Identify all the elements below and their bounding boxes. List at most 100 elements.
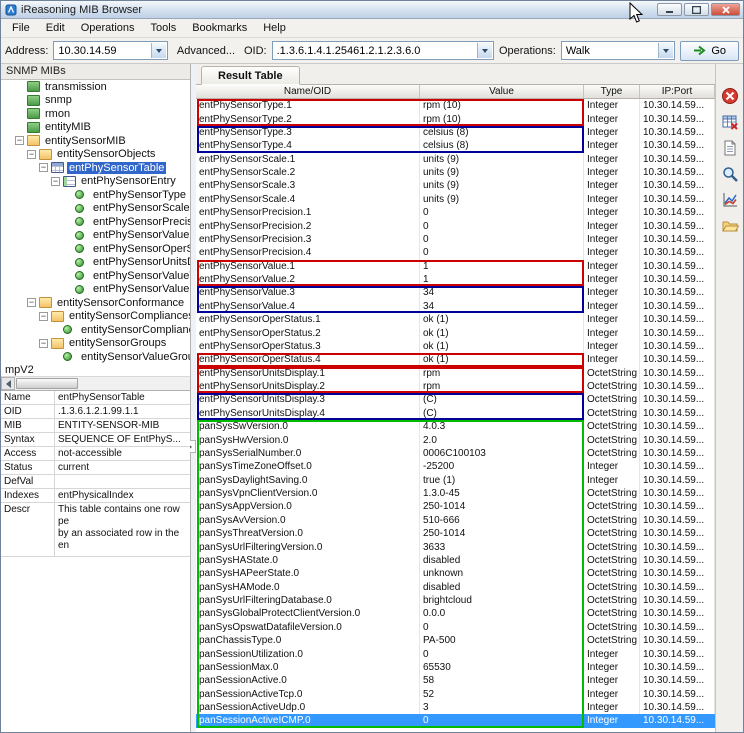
table-row[interactable]: panSysGlobalProtectClientVersion.0 0.0.0… <box>196 607 715 620</box>
table-row[interactable]: panSessionMax.0 65530 Integer 10.30.14.5… <box>196 661 715 674</box>
tree-toggle-icon[interactable]: − <box>51 177 60 186</box>
column-header-ip-port[interactable]: IP:Port <box>640 85 715 98</box>
chevron-down-icon[interactable] <box>477 43 492 58</box>
clear-results-icon[interactable] <box>719 86 741 106</box>
table-row[interactable]: panSysAppVersion.0 250-1014 OctetString … <box>196 500 715 513</box>
table-row[interactable]: entPhySensorScale.3 units (9) Integer 10… <box>196 179 715 192</box>
tree-item[interactable]: − rmon <box>1 107 190 121</box>
table-row[interactable]: panSysTimeZoneOffset.0 -25200 Integer 10… <box>196 460 715 473</box>
menu-item[interactable]: File <box>4 20 38 36</box>
chevron-down-icon[interactable] <box>658 43 673 58</box>
table-row[interactable]: entPhySensorType.3 celsius (8) Integer 1… <box>196 126 715 139</box>
table-row[interactable]: panSysThreatVersion.0 250-1014 OctetStri… <box>196 527 715 540</box>
tree-item[interactable]: − entPhySensorType <box>1 188 190 202</box>
table-row[interactable]: entPhySensorOperStatus.2 ok (1) Integer … <box>196 326 715 339</box>
table-row[interactable]: panSysDaylightSaving.0 true (1) Integer … <box>196 474 715 487</box>
tree-item[interactable]: − entPhySensorScale <box>1 202 190 216</box>
tree-item[interactable]: − entPhySensorUnitsDisplay <box>1 256 190 270</box>
column-header-name-oid[interactable]: Name/OID <box>196 85 420 98</box>
table-row[interactable]: panSysHAPeerState.0 unknown OctetString … <box>196 567 715 580</box>
table-row[interactable]: entPhySensorValue.3 34 Integer 10.30.14.… <box>196 286 715 299</box>
table-row[interactable]: entPhySensorOperStatus.3 ok (1) Integer … <box>196 340 715 353</box>
tree-item[interactable]: − entPhySensorValueUpdateRate <box>1 283 190 297</box>
table-row[interactable]: panSysHAMode.0 disabled OctetString 10.3… <box>196 581 715 594</box>
address-combobox[interactable]: 10.30.14.59 <box>53 41 167 60</box>
table-row[interactable]: entPhySensorScale.1 units (9) Integer 10… <box>196 153 715 166</box>
scroll-left-button[interactable] <box>1 377 15 390</box>
table-row[interactable]: entPhySensorValue.2 1 Integer 10.30.14.5… <box>196 273 715 286</box>
export-table-icon[interactable] <box>719 112 741 132</box>
column-header-value[interactable]: Value <box>420 85 584 98</box>
table-row[interactable]: panSessionActiveICMP.0 0 Integer 10.30.1… <box>196 714 715 727</box>
tree-item[interactable]: − entitySensorConformance <box>1 296 190 310</box>
tree-item[interactable]: − entityMIB <box>1 121 190 135</box>
table-row[interactable]: entPhySensorType.2 rpm (10) Integer 10.3… <box>196 112 715 125</box>
tree-item[interactable]: − entitySensorValueGroup <box>1 350 190 364</box>
table-row[interactable]: panSessionActive.0 58 Integer 10.30.14.5… <box>196 674 715 687</box>
column-header-type[interactable]: Type <box>584 85 640 98</box>
table-row[interactable]: panSysAvVersion.0 510-666 OctetString 10… <box>196 514 715 527</box>
graph-chart-icon[interactable] <box>719 190 741 210</box>
go-button[interactable]: Go <box>680 41 739 61</box>
table-row[interactable]: panSysSerialNumber.0 0006C100103 OctetSt… <box>196 447 715 460</box>
menu-item[interactable]: Edit <box>38 20 73 36</box>
table-row[interactable]: entPhySensorOperStatus.4 ok (1) Integer … <box>196 353 715 366</box>
tree-item[interactable]: − entitySensorCompliances <box>1 310 190 324</box>
tree-item[interactable]: − snmp <box>1 94 190 108</box>
tab-result-table[interactable]: Result Table <box>201 66 300 85</box>
table-row[interactable]: panSysUrlFilteringVersion.0 3633 OctetSt… <box>196 540 715 553</box>
tree-toggle-icon[interactable]: − <box>27 150 36 159</box>
table-row[interactable]: panSysHAState.0 disabled OctetString 10.… <box>196 554 715 567</box>
tree-horizontal-scrollbar[interactable] <box>1 376 190 390</box>
table-row[interactable]: panSessionActiveUdp.0 3 Integer 10.30.14… <box>196 701 715 714</box>
table-row[interactable]: entPhySensorValue.4 34 Integer 10.30.14.… <box>196 300 715 313</box>
table-row[interactable]: entPhySensorType.1 rpm (10) Integer 10.3… <box>196 99 715 112</box>
menu-item[interactable]: Bookmarks <box>184 20 255 36</box>
tree-item[interactable]: − entPhySensorOperStatus <box>1 242 190 256</box>
table-row[interactable]: panSysHwVersion.0 2.0 OctetString 10.30.… <box>196 433 715 446</box>
tree-toggle-icon[interactable]: − <box>39 163 48 172</box>
tree-item[interactable]: − entitySensorGroups <box>1 337 190 351</box>
tree-toggle-icon[interactable]: − <box>39 339 48 348</box>
table-row[interactable]: panSysSwVersion.0 4.0.3 OctetString 10.3… <box>196 420 715 433</box>
tree-item[interactable]: − entPhySensorEntry <box>1 175 190 189</box>
table-row[interactable]: panSysUrlFilteringDatabase.0 brightcloud… <box>196 594 715 607</box>
menu-item[interactable]: Tools <box>143 20 185 36</box>
tree-item[interactable]: − entPhySensorTable <box>1 161 190 175</box>
tree-item[interactable]: − entitySensorObjects <box>1 148 190 162</box>
menu-item[interactable]: Operations <box>73 20 143 36</box>
tree-item[interactable]: mpV2 <box>1 364 190 377</box>
tree-toggle-icon[interactable]: − <box>27 298 36 307</box>
advanced-button[interactable]: Advanced... <box>173 43 239 59</box>
tree-item[interactable]: − entPhySensorPrecision <box>1 215 190 229</box>
minimize-button[interactable] <box>657 3 682 16</box>
find-magnifier-icon[interactable] <box>719 164 741 184</box>
table-row[interactable]: panSessionUtilization.0 0 Integer 10.30.… <box>196 647 715 660</box>
tree-toggle-icon[interactable]: − <box>39 312 48 321</box>
table-row[interactable]: entPhySensorPrecision.4 0 Integer 10.30.… <box>196 246 715 259</box>
table-row[interactable]: panSysVpnClientVersion.0 1.3.0-45 OctetS… <box>196 487 715 500</box>
table-row[interactable]: entPhySensorUnitsDisplay.4 (C) OctetStri… <box>196 407 715 420</box>
table-row[interactable]: entPhySensorUnitsDisplay.1 rpm OctetStri… <box>196 367 715 380</box>
table-row[interactable]: entPhySensorUnitsDisplay.3 (C) OctetStri… <box>196 393 715 406</box>
table-row[interactable]: panSysOpswatDatafileVersion.0 0 OctetStr… <box>196 621 715 634</box>
tree-item[interactable]: − entitySensorMIB <box>1 134 190 148</box>
table-row[interactable]: entPhySensorScale.4 units (9) Integer 10… <box>196 193 715 206</box>
table-row[interactable]: entPhySensorUnitsDisplay.2 rpm OctetStri… <box>196 380 715 393</box>
table-row[interactable]: entPhySensorType.4 celsius (8) Integer 1… <box>196 139 715 152</box>
tree-toggle-icon[interactable]: − <box>15 136 24 145</box>
table-row[interactable]: entPhySensorScale.2 units (9) Integer 10… <box>196 166 715 179</box>
tree-item[interactable]: − entPhySensorValue <box>1 229 190 243</box>
table-row[interactable]: entPhySensorPrecision.2 0 Integer 10.30.… <box>196 219 715 232</box>
tree-item[interactable]: − entitySensorCompliance <box>1 323 190 337</box>
copy-document-icon[interactable] <box>719 138 741 158</box>
tree-item[interactable]: − transmission <box>1 80 190 94</box>
close-button[interactable] <box>711 3 740 16</box>
table-row[interactable]: entPhySensorValue.1 1 Integer 10.30.14.5… <box>196 260 715 273</box>
tree-item[interactable]: − entPhySensorValueTimeStamp <box>1 269 190 283</box>
oid-combobox[interactable]: .1.3.6.1.4.1.25461.2.1.2.3.6.0 <box>272 41 494 60</box>
table-row[interactable]: panChassisType.0 PA-500 OctetString 10.3… <box>196 634 715 647</box>
chevron-down-icon[interactable] <box>151 43 166 58</box>
scrollbar-thumb[interactable] <box>16 378 78 389</box>
maximize-button[interactable] <box>684 3 709 16</box>
